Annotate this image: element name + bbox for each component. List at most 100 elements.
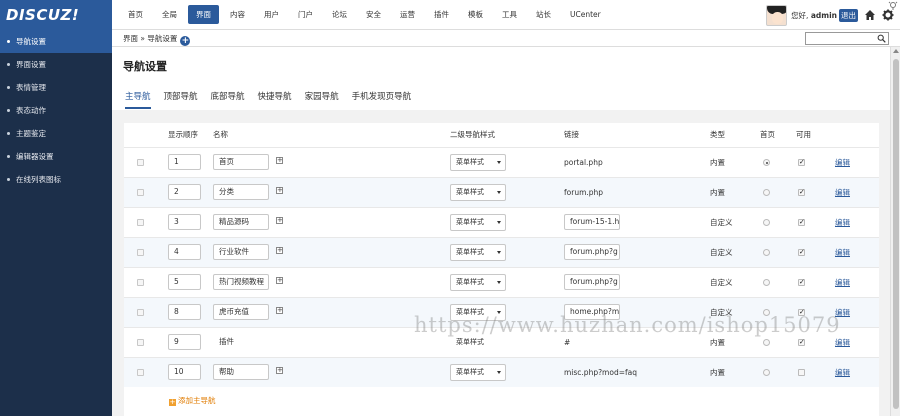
scrollbar[interactable] [890,47,900,416]
nav-tab[interactable]: 主导航 [125,90,151,109]
home-icon[interactable] [864,9,876,21]
order-input[interactable]: 1 [168,154,201,170]
logout-button[interactable]: 退出 [839,8,858,22]
edit-link[interactable]: 编辑 [835,268,850,298]
scroll-up-arrow-icon[interactable] [893,49,899,53]
available-checkbox[interactable]: ✓ [798,159,805,166]
available-checkbox[interactable] [798,369,805,376]
add-subnav-icon[interactable]: + [276,187,283,194]
link-input[interactable]: forum-15-1.h [564,214,620,230]
nav-tab[interactable]: 手机发现页导航 [352,90,412,109]
home-radio[interactable] [763,369,770,376]
add-subnav-icon[interactable]: + [276,157,283,164]
scrollbar-thumb[interactable] [893,59,899,409]
sidebar-item[interactable]: 导航设置 [0,30,112,53]
add-main-nav-link[interactable]: + 添加主导航 [169,395,216,406]
name-input[interactable]: 行业软件 [213,244,269,260]
home-radio[interactable] [763,189,770,196]
topnav-item[interactable]: 论坛 [324,0,355,30]
nav-tab[interactable]: 家园导航 [305,90,339,109]
edit-link[interactable]: 编辑 [835,208,850,238]
add-subnav-icon[interactable]: + [276,217,283,224]
order-input[interactable]: 9 [168,334,201,350]
available-checkbox[interactable]: ✓ [798,339,805,346]
available-checkbox[interactable]: ✓ [798,219,805,226]
user-area: 您好, admin 退出 [766,0,900,30]
order-input[interactable]: 3 [168,214,201,230]
topnav-item[interactable]: 用户 [256,0,287,30]
sidebar-item[interactable]: 界面设置 [0,53,112,76]
edit-link[interactable]: 编辑 [835,358,850,388]
submenu-style-select[interactable]: 菜单样式 [450,274,506,291]
name-input[interactable]: 热门视频教程 [213,274,269,290]
submenu-style-select[interactable]: 菜单样式 [450,214,506,231]
lightbulb-icon[interactable] [888,1,898,11]
submenu-style-select[interactable]: 菜单样式 [450,154,506,171]
sidebar-item[interactable]: 在线列表图标 [0,168,112,191]
add-shortcut-icon[interactable]: + [180,36,191,46]
home-radio[interactable] [763,249,770,256]
topnav-item[interactable]: 插件 [426,0,457,30]
edit-link[interactable]: 编辑 [835,148,850,178]
order-input[interactable]: 8 [168,304,201,320]
sidebar-item[interactable]: 表情管理 [0,76,112,99]
name-input[interactable]: 插件 [213,334,269,350]
topnav-item[interactable]: 安全 [358,0,389,30]
edit-link[interactable]: 编辑 [835,178,850,208]
link-input[interactable]: forum.php?g [564,274,620,290]
order-input[interactable]: 2 [168,184,201,200]
order-input[interactable]: 5 [168,274,201,290]
topnav-item[interactable]: UCenter [562,0,609,30]
topnav-item[interactable]: 站长 [528,0,559,30]
link-input[interactable]: forum.php?g [564,244,620,260]
delete-checkbox[interactable] [137,309,144,316]
topnav-item[interactable]: 运营 [392,0,423,30]
nav-tab[interactable]: 快捷导航 [258,90,292,109]
home-radio[interactable] [763,159,770,166]
topnav-item[interactable]: 内容 [222,0,253,30]
nav-tab[interactable]: 底部导航 [211,90,245,109]
home-radio[interactable] [763,279,770,286]
avatar[interactable] [766,4,788,26]
sidebar-item[interactable]: 编辑器设置 [0,145,112,168]
delete-checkbox[interactable] [137,369,144,376]
edit-link[interactable]: 编辑 [835,238,850,268]
delete-checkbox[interactable] [137,279,144,286]
sidebar-item[interactable]: 表态动作 [0,99,112,122]
nav-tab[interactable]: 顶部导航 [164,90,198,109]
order-input[interactable]: 10 [168,364,201,380]
name-input[interactable]: 精品源码 [213,214,269,230]
home-radio[interactable] [763,339,770,346]
available-checkbox[interactable]: ✓ [798,279,805,286]
name-input[interactable]: 帮助 [213,364,269,380]
delete-checkbox[interactable] [137,159,144,166]
sidebar-item[interactable]: 主题鉴定 [0,122,112,145]
topnav-item[interactable]: 首页 [120,0,151,30]
topnav-item[interactable]: 模板 [460,0,491,30]
submenu-style-select[interactable]: 菜单样式 [450,364,506,381]
topnav-item[interactable]: 全局 [154,0,185,30]
submenu-style-select[interactable]: 菜单样式 [450,184,506,201]
topnav-item[interactable]: 工具 [494,0,525,30]
add-subnav-icon[interactable]: + [276,367,283,374]
available-checkbox[interactable]: ✓ [798,189,805,196]
topnav-item[interactable]: 门户 [290,0,321,30]
discuz-logo[interactable]: DISCUZ! [0,0,112,30]
name-input[interactable]: 分类 [213,184,269,200]
submenu-style-select[interactable]: 菜单样式 [450,244,506,261]
home-radio[interactable] [763,219,770,226]
add-subnav-icon[interactable]: + [276,277,283,284]
order-input[interactable]: 4 [168,244,201,260]
topnav-item[interactable]: 界面 [188,5,219,24]
add-subnav-icon[interactable]: + [276,247,283,254]
delete-checkbox[interactable] [137,219,144,226]
search-icon[interactable] [877,34,886,43]
name-input[interactable]: 虎币充值 [213,304,269,320]
delete-checkbox[interactable] [137,339,144,346]
search-input[interactable] [806,33,876,44]
add-subnav-icon[interactable]: + [276,307,283,314]
delete-checkbox[interactable] [137,189,144,196]
available-checkbox[interactable]: ✓ [798,249,805,256]
delete-checkbox[interactable] [137,249,144,256]
name-input[interactable]: 首页 [213,154,269,170]
